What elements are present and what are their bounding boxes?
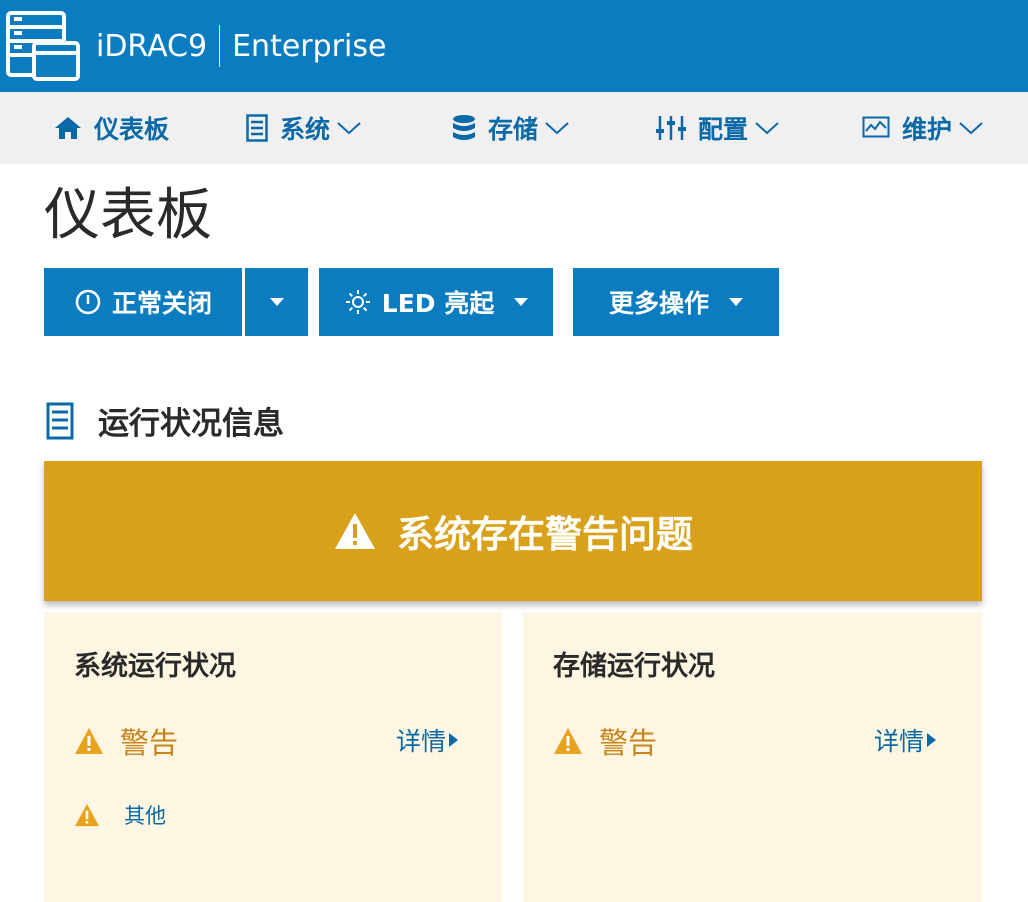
brand-separator <box>219 25 221 67</box>
banner-text: 系统存在警告问题 <box>397 513 693 556</box>
product-name: iDRAC9 <box>96 28 208 64</box>
home-icon <box>55 117 81 139</box>
more-actions-button[interactable]: 更多操作 <box>573 268 779 336</box>
status-text: 警告 <box>599 726 658 760</box>
status-text: 警告 <box>120 726 179 760</box>
page-title: 仪表板 <box>44 183 212 248</box>
caret-down-icon <box>514 298 529 306</box>
monitor-chart-icon <box>862 116 890 138</box>
sub-status-row: 其他 <box>74 800 166 830</box>
sliders-icon <box>656 116 686 140</box>
caret-right-icon <box>927 733 937 747</box>
details-label: 详情 <box>874 727 925 756</box>
server-icon <box>46 402 74 439</box>
system-health-card: 系统运行状况 警告 详情 其他 <box>44 612 502 902</box>
sub-status-label[interactable]: 其他 <box>124 800 166 830</box>
power-icon <box>75 289 101 315</box>
product-edition: Enterprise <box>232 28 387 64</box>
nav-label-dashboard: 仪表板 <box>94 115 170 144</box>
warning-triangle-icon <box>335 513 375 549</box>
warning-triangle-icon <box>554 728 582 754</box>
shutdown-label: 正常关闭 <box>111 289 212 318</box>
nav-item-maintenance[interactable]: 维护 <box>862 92 984 164</box>
storage-health-card: 存储运行状况 警告 详情 <box>523 612 982 902</box>
warning-triangle-icon <box>75 803 99 827</box>
more-actions-label: 更多操作 <box>608 289 709 318</box>
warning-banner: 系统存在警告问题 <box>44 461 982 601</box>
nav-item-storage[interactable]: 存储 <box>452 92 570 164</box>
led-button[interactable]: LED 亮起 <box>319 268 553 336</box>
storage-details-link[interactable]: 详情 <box>874 722 937 758</box>
card-title: 系统运行状况 <box>74 651 236 682</box>
nav-label-system: 系统 <box>280 115 331 144</box>
database-icon <box>453 115 475 140</box>
caret-right-icon <box>449 733 459 747</box>
system-details-link[interactable]: 详情 <box>396 722 459 758</box>
brand: iDRAC9 Enterprise <box>96 25 386 67</box>
sun-icon <box>345 290 370 314</box>
nav-label-config: 配置 <box>698 115 749 144</box>
server-window-icon <box>6 11 80 81</box>
health-section-heading: 运行状况信息 <box>46 398 284 443</box>
details-label: 详情 <box>396 727 447 756</box>
caret-down-icon <box>269 298 284 306</box>
section-title: 运行状况信息 <box>98 406 284 442</box>
nav-item-config[interactable]: 配置 <box>656 92 780 164</box>
shutdown-button[interactable]: 正常关闭 <box>44 268 242 336</box>
chevron-down-icon <box>755 122 779 135</box>
card-title: 存储运行状况 <box>553 651 715 682</box>
status-row: 警告 <box>553 720 657 762</box>
status-row: 警告 <box>74 720 178 762</box>
chevron-down-icon <box>545 122 569 135</box>
server-icon <box>246 114 268 142</box>
caret-down-icon <box>729 298 743 306</box>
led-label: LED 亮起 <box>381 289 495 318</box>
nav-item-dashboard[interactable]: 仪表板 <box>54 92 169 164</box>
chevron-down-icon <box>959 122 983 135</box>
main-nav: 仪表板 系统 存储 配置 维护 <box>0 92 1028 164</box>
nav-label-maintenance: 维护 <box>902 115 953 144</box>
warning-triangle-icon <box>75 728 103 754</box>
nav-item-system[interactable]: 系统 <box>246 92 362 164</box>
nav-label-storage: 存储 <box>488 115 539 144</box>
shutdown-dropdown-button[interactable] <box>245 268 308 336</box>
top-bar: iDRAC9 Enterprise <box>0 0 1028 92</box>
chevron-down-icon <box>337 122 361 135</box>
